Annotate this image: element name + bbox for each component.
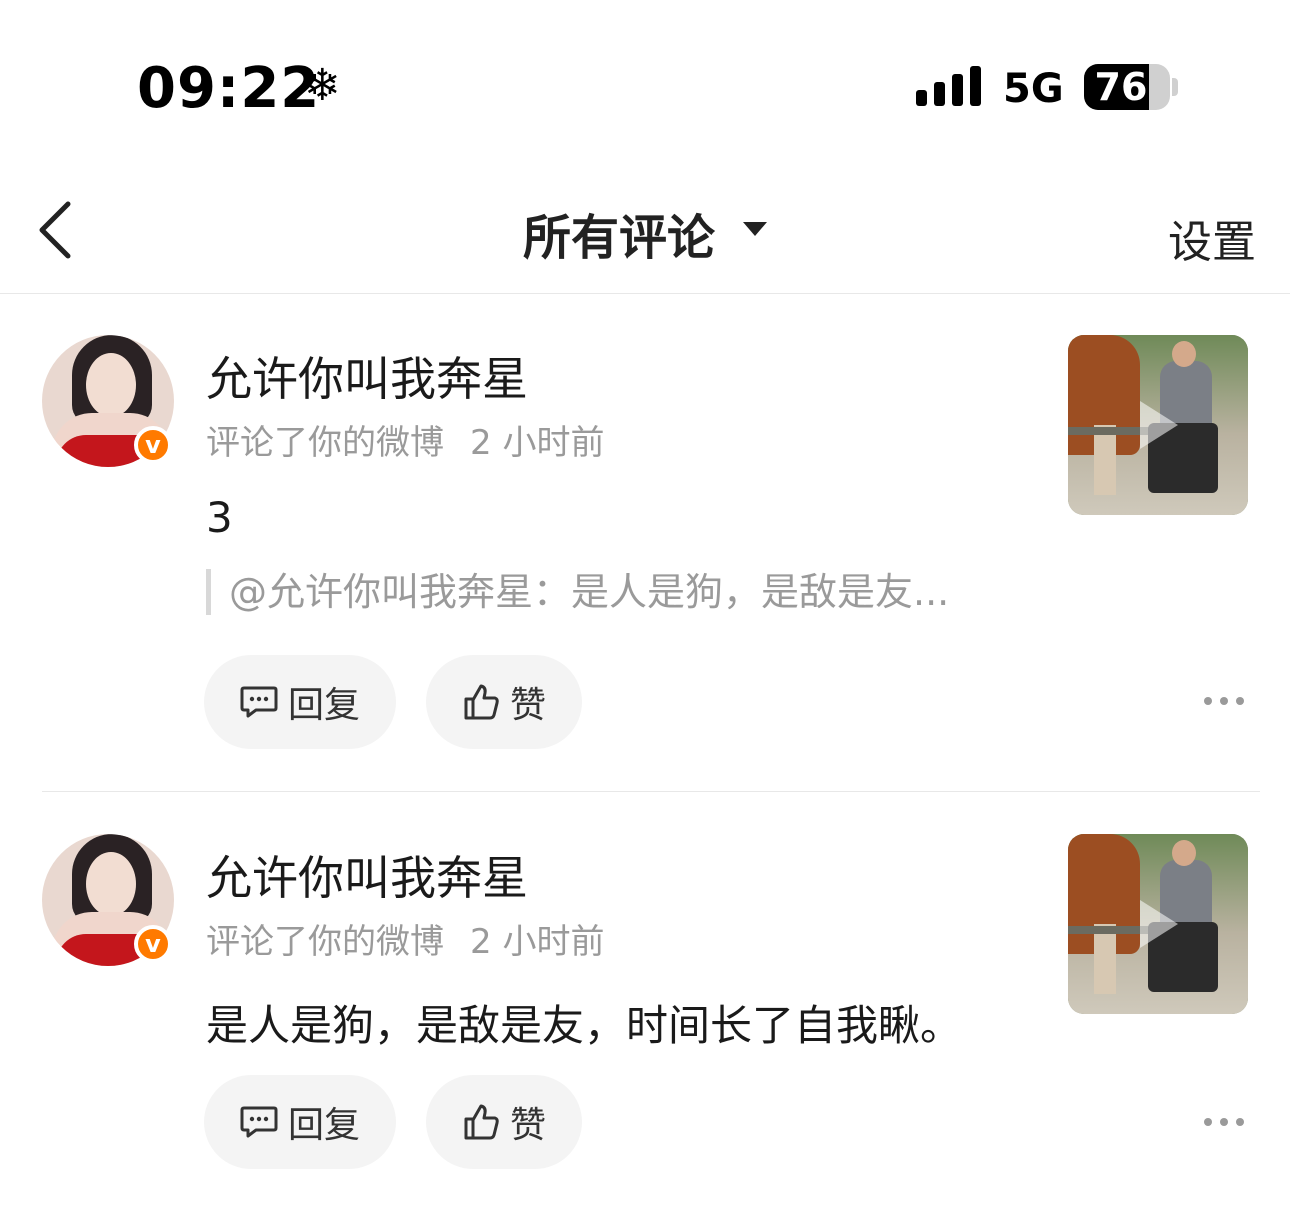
- network-type: 5G: [1003, 66, 1064, 112]
- battery-percent: 76: [1094, 65, 1148, 109]
- comment-card: v 允许你叫我奔星 评论了你的微博 2 小时前 是人是狗，是敌是友，时间长了自我瞅…: [0, 834, 1290, 1174]
- comment-card: v 允许你叫我奔星 评论了你的微博 2 小时前 3 @允许你叫我奔星：是人是狗，是…: [0, 335, 1290, 755]
- comment-content: 3: [206, 493, 233, 542]
- verified-badge-icon: v: [134, 925, 172, 963]
- reply-button[interactable]: 回复: [204, 655, 396, 749]
- comment-icon: [240, 686, 278, 718]
- divider: [42, 791, 1260, 792]
- like-label: 赞: [509, 1105, 546, 1146]
- weibo-post-thumbnail[interactable]: [1068, 335, 1248, 515]
- cellular-signal-icon: [916, 66, 982, 106]
- status-bar: 09:22 ❄ 5G 76: [0, 0, 1290, 150]
- thumbs-up-icon: [464, 684, 499, 720]
- title-dropdown[interactable]: 所有评论: [0, 198, 1290, 268]
- quoted-comment[interactable]: @允许你叫我奔星：是人是狗，是敌是友...: [206, 569, 949, 615]
- reply-label: 回复: [287, 1105, 360, 1146]
- comment-meta: 评论了你的微博 2 小时前: [206, 914, 604, 963]
- comment-content: 是人是狗，是敌是友，时间长了自我瞅。: [206, 1001, 963, 1050]
- status-time: 09:22: [137, 56, 321, 121]
- comment-time: 2 小时前: [470, 922, 605, 962]
- comment-time: 2 小时前: [470, 423, 605, 463]
- page-title: 所有评论: [522, 210, 715, 266]
- battery-icon: 76: [1084, 64, 1170, 110]
- caret-down-icon: [743, 222, 767, 236]
- settings-button[interactable]: 设置: [1168, 206, 1256, 270]
- thumbs-up-icon: [464, 1104, 499, 1140]
- comment-icon: [240, 1106, 278, 1138]
- more-options-icon[interactable]: [1204, 695, 1244, 707]
- play-icon: [1140, 900, 1178, 948]
- verified-badge-icon: v: [134, 426, 172, 464]
- like-label: 赞: [509, 685, 546, 726]
- snowflake-icon: ❄: [304, 60, 341, 111]
- comment-action: 评论了你的微博: [206, 922, 444, 962]
- comment-meta: 评论了你的微博 2 小时前: [206, 415, 604, 464]
- like-button[interactable]: 赞: [426, 1075, 582, 1169]
- comment-username[interactable]: 允许你叫我奔星: [206, 343, 528, 409]
- more-options-icon[interactable]: [1204, 1116, 1244, 1128]
- weibo-post-thumbnail[interactable]: [1068, 834, 1248, 1014]
- play-icon: [1140, 401, 1178, 449]
- battery-tip: [1172, 78, 1178, 96]
- reply-button[interactable]: 回复: [204, 1075, 396, 1169]
- nav-header: 所有评论 设置: [0, 150, 1290, 294]
- reply-label: 回复: [287, 685, 360, 726]
- like-button[interactable]: 赞: [426, 655, 582, 749]
- comment-action: 评论了你的微博: [206, 423, 444, 463]
- comment-username[interactable]: 允许你叫我奔星: [206, 842, 528, 908]
